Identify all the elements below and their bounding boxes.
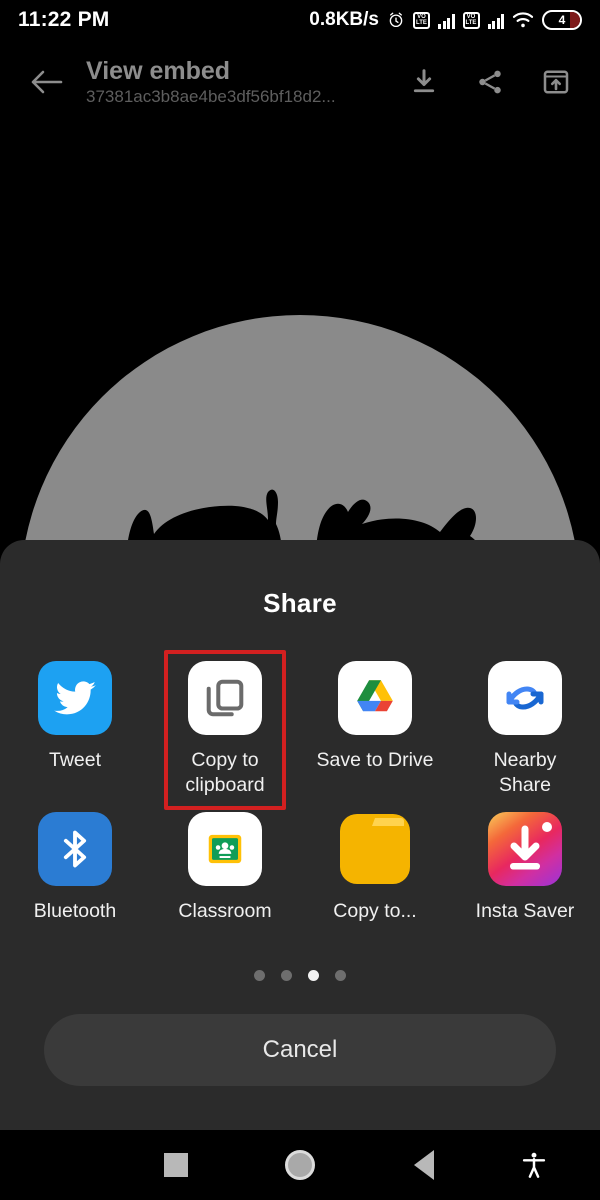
embed-image-viewer <box>0 120 600 550</box>
phone-screen: 11:22 PM 0.8KB/s VO LTE VO LTE 4 View em… <box>0 0 600 1200</box>
status-bar: 11:22 PM 0.8KB/s VO LTE VO LTE 4 <box>0 0 600 40</box>
open-in-new-icon[interactable] <box>536 62 576 102</box>
share-target-nearby-share[interactable]: Nearby Share <box>450 661 600 798</box>
share-target-label: Classroom <box>178 900 272 922</box>
page-subtitle: 37381ac3b8ae4be3df56bf18d2... <box>86 87 336 106</box>
square-recents-icon[interactable] <box>148 1137 204 1193</box>
page-dot-active[interactable] <box>308 970 319 981</box>
battery-icon: 4 <box>542 10 582 30</box>
network-speed-text: 0.8KB/s <box>309 9 379 30</box>
bluetooth-icon <box>38 812 112 886</box>
share-target-insta-saver[interactable]: Insta Saver <box>450 812 600 924</box>
battery-level-text: 4 <box>558 13 566 27</box>
animal-silhouettes <box>126 489 484 550</box>
share-target-label: Insta Saver <box>475 900 575 922</box>
page-indicator-dots <box>0 970 600 981</box>
page-dot[interactable] <box>335 970 346 981</box>
page-title: View embed <box>86 57 231 85</box>
google-classroom-icon <box>188 812 262 886</box>
page-dot[interactable] <box>281 970 292 981</box>
share-target-label: Copy to clipboard <box>185 749 265 796</box>
share-target-save-to-drive[interactable]: Save to Drive <box>300 661 450 798</box>
copy-to-clipboard-icon <box>188 661 262 735</box>
cancel-button[interactable]: Cancel <box>44 1014 556 1086</box>
back-arrow-icon[interactable] <box>20 56 72 108</box>
circle-home-icon[interactable] <box>272 1137 328 1193</box>
insta-saver-download-icon <box>488 812 562 886</box>
share-target-bluetooth[interactable]: Bluetooth <box>0 812 150 924</box>
page-dot[interactable] <box>254 970 265 981</box>
share-target-classroom[interactable]: Classroom <box>150 812 300 924</box>
status-icons: 0.8KB/s VO LTE VO LTE 4 <box>309 9 582 31</box>
alarm-clock-icon <box>387 11 405 29</box>
triangle-back-icon[interactable] <box>396 1137 452 1193</box>
share-target-grid: Tweet Copy to clipboard Save to Drive Ne… <box>0 661 600 924</box>
share-target-label: Save to Drive <box>316 749 434 771</box>
share-target-label: Copy to... <box>333 900 417 922</box>
share-sheet-title: Share <box>263 588 337 618</box>
volte-text-bottom: LTE <box>416 20 427 26</box>
volte-text-bottom-2: LTE <box>465 20 477 26</box>
yellow-folder-icon <box>338 812 412 886</box>
share-target-copy-to-clipboard[interactable]: Copy to clipboard <box>150 661 300 798</box>
share-icon[interactable] <box>470 62 510 102</box>
google-drive-icon <box>338 661 412 735</box>
share-target-label: Nearby Share <box>493 749 557 796</box>
share-target-tweet[interactable]: Tweet <box>0 661 150 798</box>
app-bar-actions <box>404 62 576 102</box>
accessibility-icon[interactable] <box>506 1137 562 1193</box>
volte-icon-2: VO LTE <box>462 11 480 29</box>
wifi-icon <box>512 11 534 29</box>
app-bar-titles: View embed 37381ac3b8ae4be3df56bf18d2... <box>86 56 404 108</box>
share-target-copy-to-folder[interactable]: Copy to... <box>300 812 450 924</box>
twitter-bird-icon <box>38 661 112 735</box>
download-icon[interactable] <box>404 62 444 102</box>
nearby-share-icon <box>488 661 562 735</box>
navigation-bar <box>0 1130 600 1200</box>
app-bar: View embed 37381ac3b8ae4be3df56bf18d2... <box>0 44 600 120</box>
share-target-label: Tweet <box>48 749 102 771</box>
volte-icon-1: VO LTE <box>413 11 430 29</box>
status-time: 11:22 PM <box>18 8 110 31</box>
share-target-label: Bluetooth <box>33 900 117 922</box>
signal-bars-icon-1 <box>438 12 455 29</box>
signal-bars-icon-2 <box>487 12 504 29</box>
